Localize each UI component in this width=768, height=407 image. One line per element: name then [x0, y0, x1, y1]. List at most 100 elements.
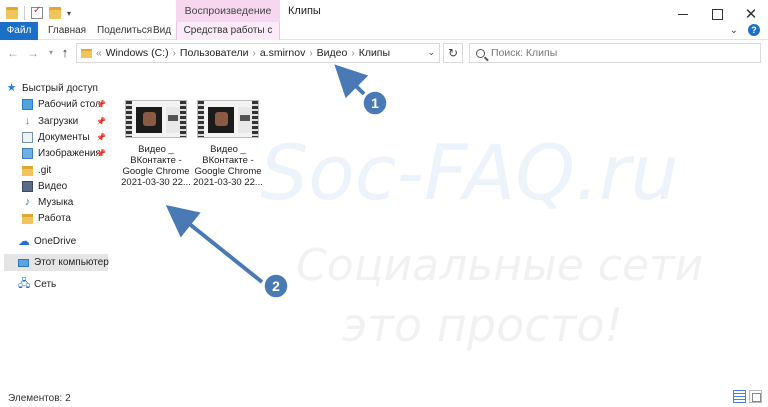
nav-label: Сеть — [34, 279, 57, 290]
pin-icon[interactable]: 📌 — [96, 117, 106, 126]
nav-label: Видео — [38, 181, 68, 192]
annotation-number-2: 2 — [272, 278, 280, 294]
breadcrumb-separator-icon[interactable]: › — [309, 48, 312, 59]
file-name-line: Видео _ — [210, 144, 246, 155]
breadcrumb-overflow-icon[interactable]: « — [96, 48, 102, 59]
annotation-arrow-2 — [165, 205, 264, 284]
nav-network[interactable]: 🖧 Сеть — [18, 276, 108, 293]
status-bar: Элементов: 2 — [0, 381, 768, 407]
nav-label: OneDrive — [34, 236, 77, 247]
annotation-badge-1 — [362, 90, 388, 116]
file-item[interactable]: Видео _ ВКонтакте - Google Chrome 2021-0… — [118, 100, 194, 188]
film-strip-left — [126, 101, 132, 137]
new-folder-icon[interactable] — [49, 7, 61, 19]
help-icon[interactable]: ? — [748, 24, 760, 36]
tab-file[interactable]: Файл — [0, 22, 38, 40]
breadcrumb-separator-icon[interactable]: › — [252, 48, 255, 59]
breadcrumb-drive[interactable]: Windows (C:) — [106, 47, 169, 59]
file-name-line: Google Chrome — [194, 166, 262, 177]
breadcrumb-separator-icon[interactable]: › — [173, 48, 176, 59]
nav-item-music[interactable]: ♪ Музыка — [22, 194, 110, 211]
breadcrumb-user[interactable]: a.smirnov — [260, 47, 306, 59]
pin-icon[interactable]: 📌 — [96, 149, 106, 158]
tab-home[interactable]: Главная — [40, 22, 94, 40]
folder-icon[interactable] — [6, 7, 18, 19]
pin-icon[interactable]: 📌 — [96, 100, 106, 109]
video-thumbnail — [197, 100, 259, 138]
nav-label: Музыка — [38, 197, 74, 208]
folder-icon — [22, 213, 33, 224]
annotation-badge-2 — [263, 273, 289, 299]
file-item[interactable]: Видео _ ВКонтакте - Google Chrome 2021-0… — [190, 100, 266, 188]
nav-item-downloads[interactable]: ↓ Загрузки 📌 — [22, 113, 110, 130]
contextual-tab-group-playback: Воспроизведение — [176, 0, 280, 22]
forward-button[interactable]: → — [26, 44, 40, 62]
navigation-pane: ★ Быстрый доступ Рабочий стол 📌 ↓ Загруз… — [0, 76, 110, 381]
thumbnail-ui — [238, 107, 252, 133]
desktop-icon — [22, 99, 33, 110]
videos-icon — [22, 181, 33, 192]
expand-ribbon-chevron-icon[interactable]: ⌄ — [730, 25, 738, 36]
properties-icon[interactable] — [31, 5, 43, 19]
nav-item-videos[interactable]: Видео — [22, 178, 110, 195]
file-name-line: Google Chrome — [122, 166, 190, 177]
nav-onedrive[interactable]: ☁ OneDrive — [18, 233, 108, 250]
nav-label: Изображения — [38, 148, 101, 159]
film-strip-right — [252, 101, 258, 137]
nav-item-pictures[interactable]: Изображения 📌 — [22, 145, 110, 162]
address-bar[interactable]: « Windows (C:) › Пользователи › a.smirno… — [76, 43, 440, 63]
breadcrumb-clips[interactable]: Клипы — [359, 47, 390, 59]
ribbon-right-controls: ⌄ ? — [730, 24, 760, 36]
address-history-chevron-icon[interactable]: ⌄ — [427, 47, 435, 58]
nav-label: Этот компьютер — [34, 257, 109, 268]
search-icon — [476, 48, 485, 58]
breadcrumb-videos[interactable]: Видео — [317, 47, 348, 59]
tab-view[interactable]: Вид — [145, 22, 179, 40]
file-name-line: ВКонтакте - — [202, 155, 254, 166]
details-view-icon[interactable] — [733, 390, 746, 403]
view-switcher — [733, 390, 762, 403]
nav-label: Быстрый доступ — [22, 83, 98, 94]
search-placeholder: Поиск: Клипы — [491, 47, 558, 59]
nav-quick-access[interactable]: ★ Быстрый доступ — [6, 80, 114, 97]
large-icons-view-icon[interactable] — [749, 390, 762, 403]
item-count: Элементов: 2 — [8, 393, 71, 404]
thumbnail-face — [143, 112, 156, 126]
file-name-line: 2021-03-30 22... — [193, 177, 263, 188]
search-input[interactable]: Поиск: Клипы — [469, 43, 761, 63]
tab-video-tools[interactable]: Средства работы с видео — [176, 22, 280, 54]
window-title: Клипы — [288, 5, 321, 17]
breadcrumb-users[interactable]: Пользователи — [180, 47, 249, 59]
nav-item-desktop[interactable]: Рабочий стол 📌 — [22, 96, 110, 113]
toolbar-divider — [24, 6, 25, 20]
documents-icon — [22, 132, 33, 143]
refresh-button[interactable]: ↻ — [443, 43, 463, 63]
nav-this-pc[interactable]: Этот компьютер — [4, 254, 109, 271]
download-icon: ↓ — [24, 115, 31, 127]
address-row: ← → ▾ ↑ « Windows (C:) › Пользователи › … — [0, 40, 768, 66]
file-name: Видео _ ВКонтакте - Google Chrome 2021-0… — [190, 144, 266, 188]
video-thumbnail — [125, 100, 187, 138]
folder-icon — [22, 165, 33, 176]
nav-label: .git — [38, 165, 52, 176]
file-name-line: ВКонтакте - — [130, 155, 182, 166]
recent-locations-chevron-icon[interactable]: ▾ — [44, 44, 58, 62]
breadcrumb-separator-icon[interactable]: › — [351, 48, 354, 59]
nav-item-work[interactable]: Работа — [22, 210, 110, 227]
annotation-number-1: 1 — [371, 95, 379, 111]
folder-icon — [81, 48, 92, 58]
annotation-arrow-1 — [334, 64, 369, 99]
nav-item-git[interactable]: .git — [22, 162, 110, 179]
back-button[interactable]: ← — [6, 44, 20, 62]
up-button[interactable]: ↑ — [58, 44, 72, 62]
nav-item-documents[interactable]: Документы 📌 — [22, 129, 110, 146]
watermark-tagline-2: это просто! — [342, 298, 623, 352]
pin-icon[interactable]: 📌 — [96, 133, 106, 142]
film-strip-right — [180, 101, 186, 137]
customize-toolbar-chevron-icon[interactable]: ▾ — [67, 9, 71, 18]
nav-label: Загрузки — [38, 116, 79, 127]
file-name-line: Видео _ — [138, 144, 174, 155]
thumbnail-face — [215, 112, 228, 126]
music-icon: ♪ — [24, 196, 31, 208]
file-name: Видео _ ВКонтакте - Google Chrome 2021-0… — [118, 144, 194, 188]
